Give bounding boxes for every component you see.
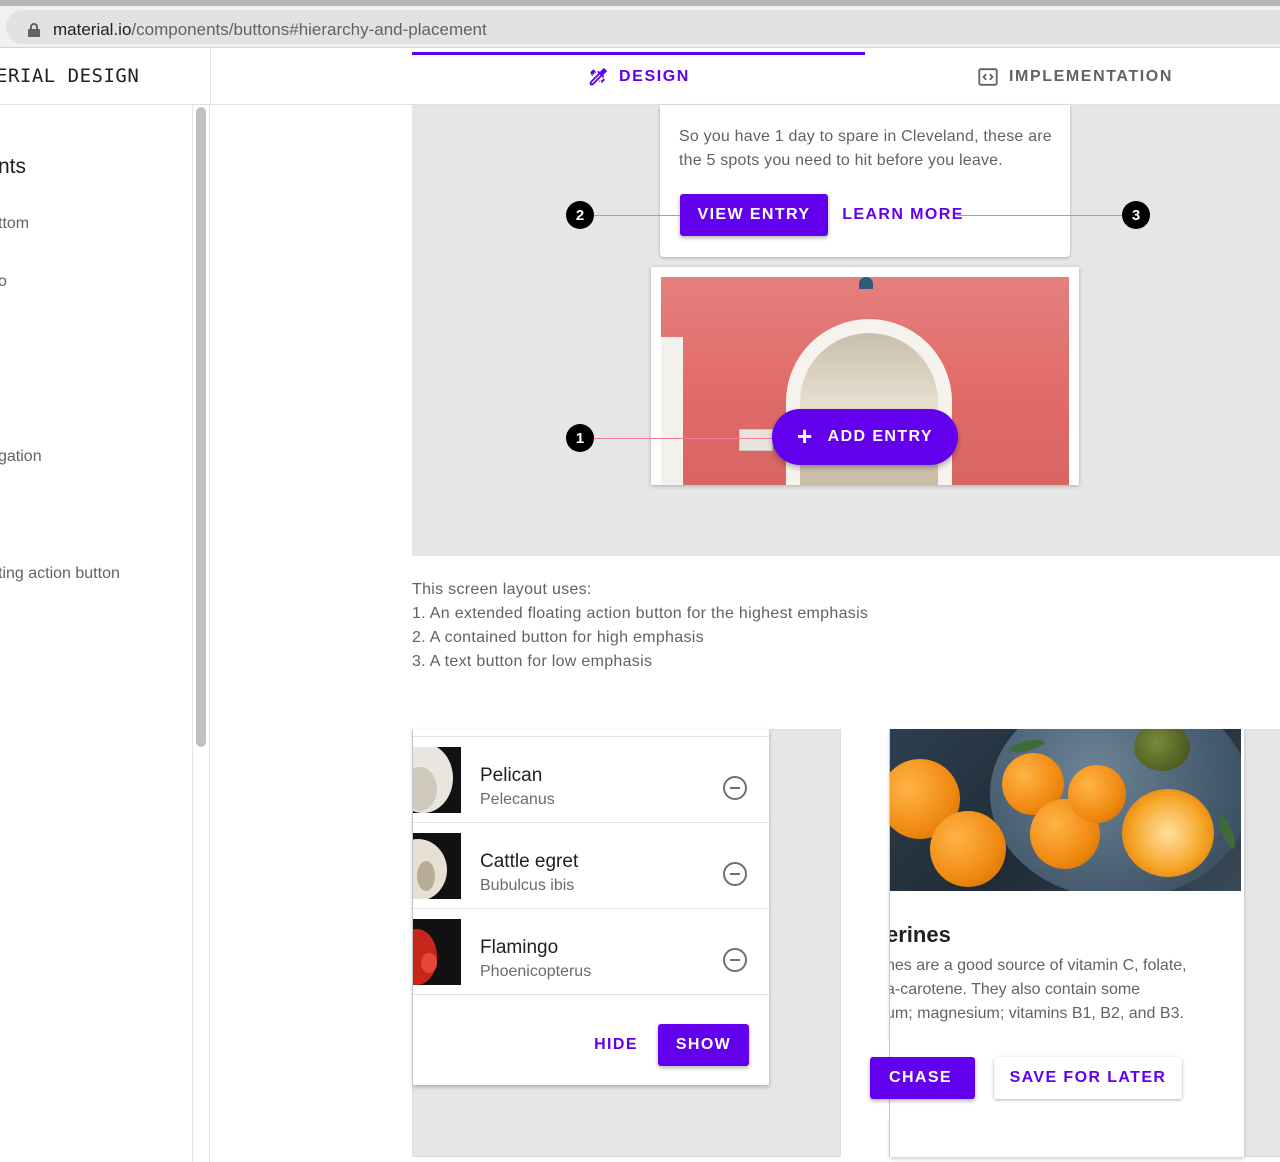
tab-design[interactable]: DESIGN (412, 49, 865, 105)
add-entry-fab[interactable]: + ADD ENTRY (772, 409, 958, 465)
description-line: 2. A contained button for high emphasis (412, 629, 704, 646)
url-path: /components/buttons#hierarchy-and-placem… (131, 20, 487, 39)
card-title: erines (890, 922, 951, 947)
sidebar-item[interactable]: o (0, 273, 7, 291)
description-line: This screen layout uses: (412, 581, 592, 598)
card-body: nes are a good source of vitamin C, fola… (890, 954, 1244, 1026)
tab-implementation-label: IMPLEMENTATION (1008, 68, 1174, 85)
callout-badge: 1 (566, 424, 594, 452)
tab-design-label: DESIGN (619, 68, 690, 85)
card-body-line: um; magnesium; vitamins B1, B2, and B3. (890, 1005, 1184, 1022)
list-item-subtitle: Pelecanus (480, 791, 555, 808)
pelican-thumbnail (413, 747, 461, 813)
show-button[interactable]: SHOW (658, 1024, 749, 1066)
card-body-line: nes are a good source of vitamin C, fola… (890, 957, 1187, 974)
purchase-button[interactable]: CHASE (870, 1057, 975, 1099)
cattle-egret-thumbnail (413, 833, 461, 899)
plus-icon: + (797, 421, 814, 451)
entry-card-text: So you have 1 day to spare in Cleveland,… (679, 128, 1052, 169)
sidebar-nav: nts ttom o gation ting action button (0, 105, 210, 1162)
layout-description: This screen layout uses: 1. An extended … (412, 578, 868, 674)
url-field[interactable]: material.io/components/buttons#hierarchy… (6, 10, 1280, 44)
description-line: 1. An extended floating action button fo… (412, 605, 869, 622)
list-item-subtitle: Bubulcus ibis (480, 877, 575, 894)
active-tab-indicator (412, 52, 865, 55)
lock-icon (28, 23, 40, 37)
remove-circle-icon[interactable] (723, 862, 747, 886)
list-item-subtitle: Phoenicopterus (480, 963, 592, 980)
code-icon (978, 68, 998, 86)
list-item[interactable]: Pelican Pelecanus (413, 737, 769, 823)
design-tools-icon (589, 67, 608, 86)
sidebar-item[interactable]: ting action button (0, 565, 120, 583)
callout-line (594, 438, 774, 439)
learn-more-button[interactable]: LEARN MORE (842, 194, 962, 236)
scrollbar-track (192, 105, 193, 1162)
list-item-title: Flamingo (480, 937, 559, 958)
fab-label: ADD ENTRY (827, 428, 933, 445)
tangerines-photo (890, 729, 1241, 891)
scrollbar-thumb[interactable] (196, 107, 206, 747)
list-item-title: Pelican (480, 765, 543, 786)
header-divider (210, 49, 211, 105)
callout-badge: 2 (566, 201, 594, 229)
list-item[interactable]: Flamingo Phoenicopterus (413, 909, 769, 995)
view-entry-button[interactable]: VIEW ENTRY (680, 194, 828, 236)
hide-button[interactable]: HIDE (585, 1024, 647, 1066)
callout-badge: 3 (1122, 201, 1150, 229)
brand-logo[interactable]: ERIAL DESIGN (0, 65, 139, 87)
list-item-title: Cattle egret (480, 851, 579, 872)
tab-implementation[interactable]: IMPLEMENTATION (865, 49, 1280, 105)
callout-line (957, 215, 1122, 216)
sidebar-item[interactable]: ttom (0, 215, 29, 233)
address-bar: material.io/components/buttons#hierarchy… (0, 6, 1280, 48)
sidebar-item[interactable]: gation (0, 448, 42, 466)
url-host: material.io (53, 20, 132, 39)
url-text[interactable]: material.io/components/buttons#hierarchy… (53, 20, 487, 40)
sidebar-heading[interactable]: nts (0, 155, 26, 179)
remove-circle-icon[interactable] (723, 948, 747, 972)
flamingo-thumbnail (413, 919, 461, 985)
description-line: 3. A text button for low emphasis (412, 653, 653, 670)
callout-line (594, 215, 680, 216)
remove-circle-icon[interactable] (723, 776, 747, 800)
list-item[interactable]: Cattle egret Bubulcus ibis (413, 823, 769, 909)
card-body-line: a-carotene. They also contain some (890, 981, 1141, 998)
save-for-later-button[interactable]: SAVE FOR LATER (994, 1057, 1182, 1099)
